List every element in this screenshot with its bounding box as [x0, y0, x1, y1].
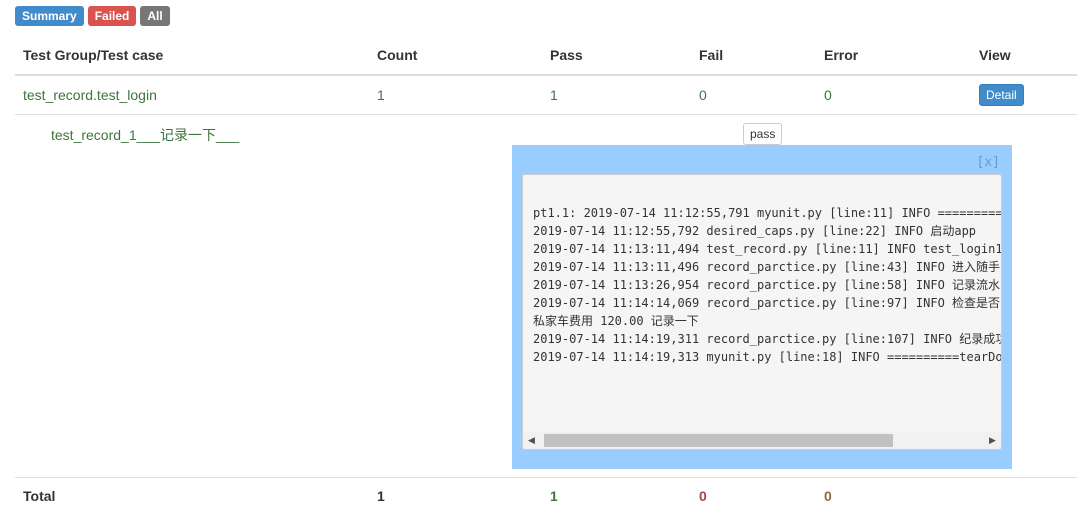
header-pass: Pass: [542, 36, 691, 76]
log-text: pt1.1: 2019-07-14 11:12:55,791 myunit.py…: [533, 204, 1002, 424]
log-popup: [x] pt1.1: 2019-07-14 11:12:55,791 myuni…: [512, 145, 1012, 469]
pass-status-button[interactable]: pass: [743, 123, 783, 145]
total-fail: 0: [691, 476, 816, 515]
total-label: Total: [15, 476, 369, 515]
group-view-cell: Detail: [971, 74, 1077, 114]
scroll-right-arrow-icon[interactable]: ▶: [984, 432, 1001, 449]
total-pass: 1: [542, 476, 691, 515]
total-row: Total 1 1 0 0: [15, 476, 1077, 515]
group-row: test_record.test_login 1 1 0 0 Detail: [15, 74, 1077, 114]
filter-bar: Summary Failed All: [15, 6, 170, 26]
header-fail: Fail: [691, 36, 816, 76]
group-count: 1: [369, 74, 542, 114]
log-line: 2019-07-14 11:13:26,954 record_parctice.…: [533, 278, 1001, 292]
all-filter-button[interactable]: All: [140, 6, 170, 26]
group-error: 0: [816, 74, 971, 114]
total-error: 0: [816, 476, 971, 515]
log-line: pt1.1: 2019-07-14 11:12:55,791 myunit.py…: [533, 206, 1002, 220]
header-count: Count: [369, 36, 542, 76]
log-line: 2019-07-14 11:14:19,313 myunit.py [line:…: [533, 350, 1002, 364]
log-line: 2019-07-14 11:14:14,069 record_parctice.…: [533, 296, 1001, 310]
header-error: Error: [816, 36, 971, 76]
failed-filter-button[interactable]: Failed: [87, 6, 137, 26]
summary-filter-button[interactable]: Summary: [15, 6, 84, 26]
total-view-cell: [971, 476, 1077, 515]
log-output-box[interactable]: pt1.1: 2019-07-14 11:12:55,791 myunit.py…: [522, 174, 1002, 450]
log-line: 私家车费用 120.00 记录一下: [533, 314, 699, 328]
group-fail: 0: [691, 74, 816, 114]
scroll-left-arrow-icon[interactable]: ◀: [523, 432, 540, 449]
total-count: 1: [369, 476, 542, 515]
log-line: 2019-07-14 11:13:11,496 record_parctice.…: [533, 260, 1001, 274]
group-pass: 1: [542, 74, 691, 114]
header-test-case: Test Group/Test case: [15, 36, 369, 76]
table-header-row: Test Group/Test case Count Pass Fail Err…: [15, 36, 1077, 76]
log-line: 2019-07-14 11:13:11,494 test_record.py […: [533, 242, 1002, 256]
log-line: 2019-07-14 11:14:19,311 record_parctice.…: [533, 332, 1002, 346]
scrollbar-thumb[interactable]: [544, 434, 893, 447]
detail-button[interactable]: Detail: [979, 83, 1024, 106]
log-line: 2019-07-14 11:12:55,792 desired_caps.py …: [533, 224, 977, 238]
close-popup-link[interactable]: [x]: [977, 155, 1000, 170]
group-name: test_record.test_login: [15, 74, 369, 114]
horizontal-scrollbar[interactable]: ◀ ▶: [523, 432, 1001, 449]
header-view: View: [971, 36, 1077, 76]
test-case-name: test_record_1___记录一下___: [51, 127, 240, 143]
